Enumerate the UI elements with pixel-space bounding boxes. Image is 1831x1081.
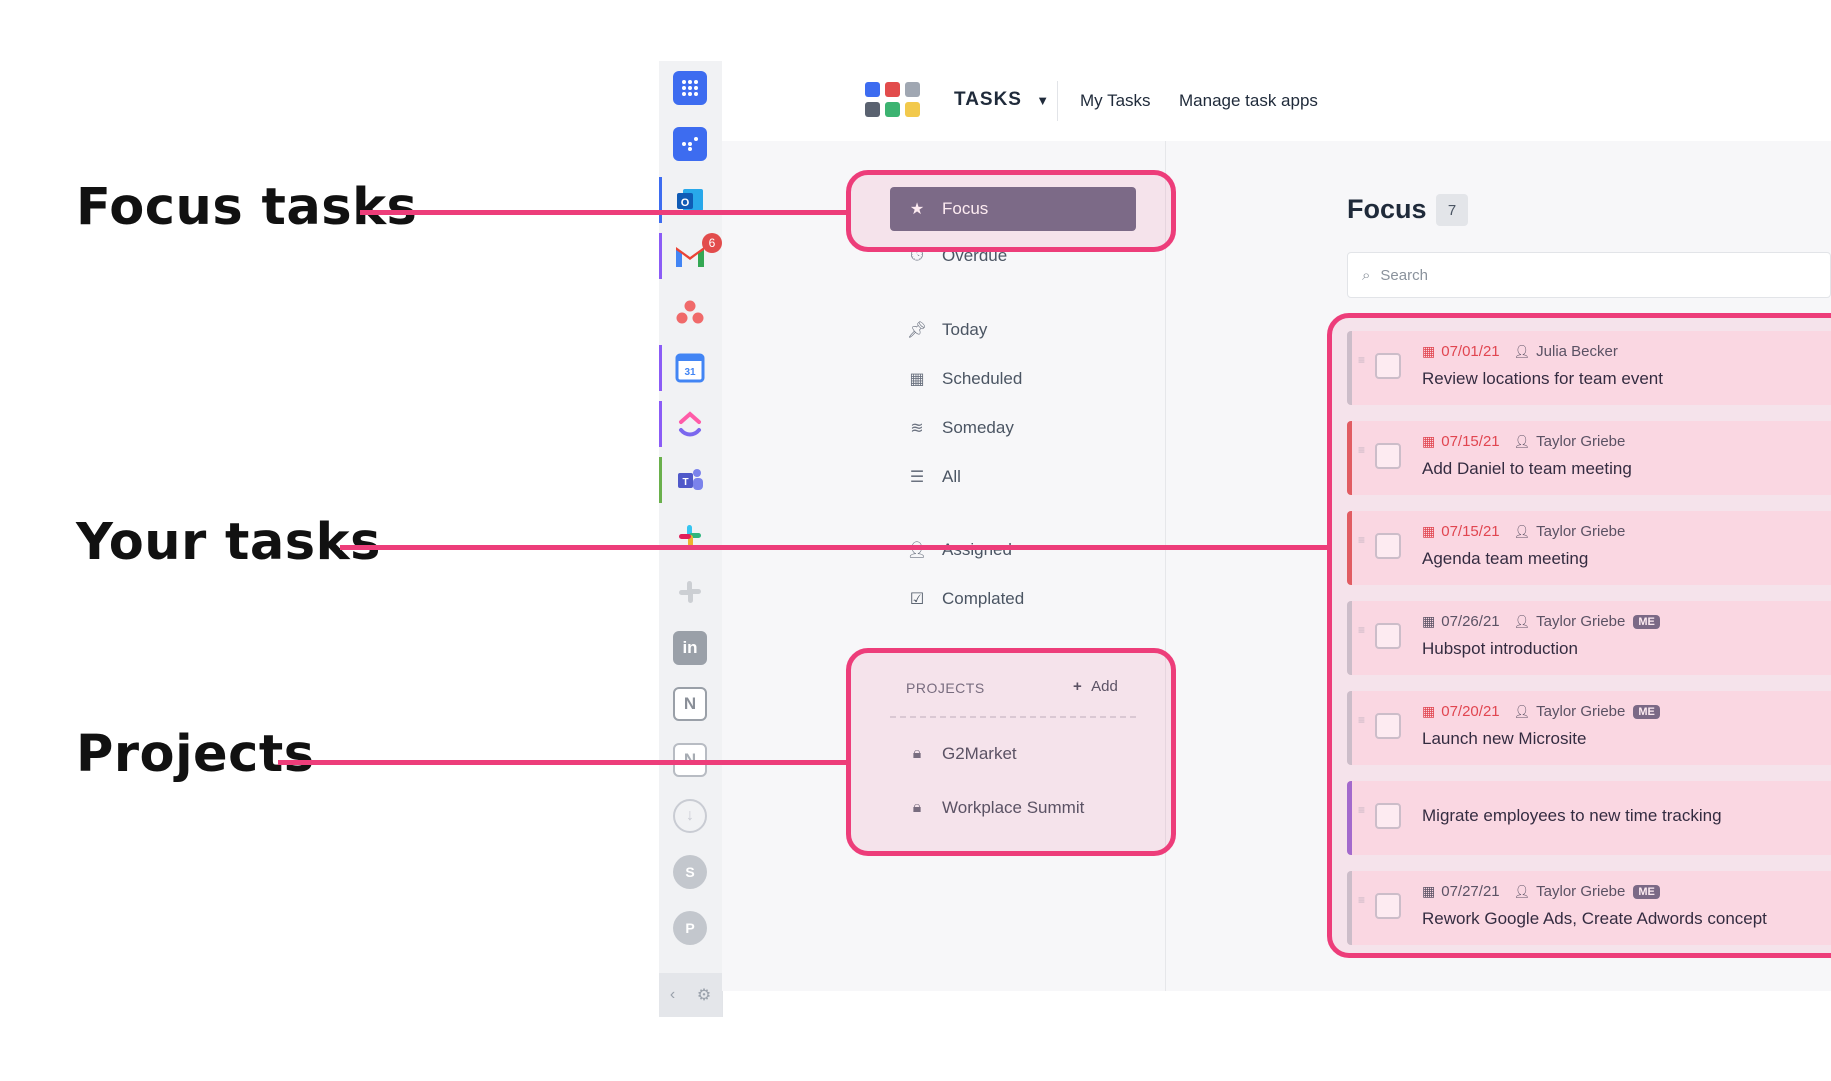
- rail-footer: ‹ ⚙: [659, 973, 722, 1017]
- chevron-down-icon: ▼: [1036, 93, 1051, 108]
- chevron-left-icon[interactable]: ‹: [670, 986, 675, 1004]
- asana-icon[interactable]: [673, 295, 707, 329]
- grid-icon[interactable]: [673, 71, 707, 105]
- top-header: TASKS ▼ My Tasks Manage task apps: [722, 61, 1831, 142]
- layers-icon: ≋: [910, 420, 924, 437]
- app-title: TASKS: [954, 89, 1022, 110]
- annotation-focus-tasks: Focus tasks: [76, 178, 418, 237]
- gear-icon[interactable]: ⚙: [697, 985, 711, 1005]
- nav-completed-label: Complated: [942, 589, 1025, 608]
- header-divider: [1057, 81, 1058, 121]
- sharepoint-icon[interactable]: S: [673, 855, 707, 889]
- download-icon[interactable]: ↓: [673, 799, 707, 833]
- teams-icon[interactable]: T: [673, 463, 707, 497]
- nav-all-label: All: [942, 467, 961, 486]
- svg-text:T: T: [682, 477, 688, 488]
- nav-today[interactable]: 📌︎ Today: [906, 320, 988, 340]
- notion-icon[interactable]: N: [673, 687, 707, 721]
- users-icon: 👤︎: [906, 542, 928, 559]
- annotation-your-tasks: Your tasks: [76, 513, 381, 572]
- nav-completed[interactable]: ☑ Complated: [906, 589, 1024, 609]
- manage-task-apps-link[interactable]: Manage task apps: [1179, 91, 1318, 111]
- calendar-icon: ▦: [909, 371, 925, 388]
- calendar-icon[interactable]: 31: [673, 351, 707, 385]
- my-tasks-link[interactable]: My Tasks: [1080, 91, 1151, 111]
- svg-text:31: 31: [684, 367, 696, 378]
- clickup-icon[interactable]: [673, 407, 707, 441]
- search-bar[interactable]: ⌕: [1347, 252, 1831, 298]
- count-badge: 7: [1436, 194, 1468, 226]
- nav-someday-label: Someday: [942, 418, 1014, 437]
- tasks-app-icon[interactable]: [673, 127, 707, 161]
- page-title: Focus: [1347, 194, 1427, 224]
- annotation-line-focus: [360, 210, 848, 215]
- annotation-line-projects: [278, 760, 848, 765]
- rail-marker: [659, 345, 662, 391]
- nav-scheduled-label: Scheduled: [942, 369, 1023, 388]
- nav-assigned[interactable]: 👤︎ Assigned: [906, 540, 1012, 560]
- nav-assigned-label: Assigned: [942, 540, 1012, 560]
- list-icon: ☰: [909, 469, 925, 486]
- checkbox-checked-icon: ☑: [909, 591, 925, 608]
- task-filters-pane: [722, 141, 1166, 991]
- linkedin-icon[interactable]: in: [673, 631, 707, 665]
- nav-today-label: Today: [942, 320, 988, 339]
- tasks-highlight-box: [1327, 313, 1831, 958]
- projects-highlight-box: [846, 648, 1176, 856]
- annotation-projects: Projects: [76, 725, 315, 784]
- app-rail: O 6 31 T in N N ↓ S P ‹ ⚙: [659, 61, 723, 1017]
- slack-icon[interactable]: [673, 575, 707, 609]
- powerpoint-icon[interactable]: P: [673, 911, 707, 945]
- gmail-badge: 6: [702, 233, 722, 253]
- nav-all[interactable]: ☰ All: [906, 467, 961, 487]
- rail-active-marker: [659, 177, 662, 223]
- pin-icon: 📌︎: [906, 322, 928, 339]
- rail-marker: [659, 457, 662, 503]
- rail-marker: [659, 233, 662, 279]
- svg-text:O: O: [681, 197, 690, 209]
- nav-someday[interactable]: ≋ Someday: [906, 418, 1014, 438]
- focus-highlight-box: [846, 170, 1176, 252]
- rail-marker: [659, 401, 662, 447]
- search-input[interactable]: [1378, 265, 1783, 285]
- search-icon: ⌕: [1362, 266, 1371, 284]
- nav-scheduled[interactable]: ▦ Scheduled: [906, 369, 1022, 389]
- annotation-line-tasks: [340, 545, 1330, 550]
- tasks-app-switcher[interactable]: TASKS ▼: [954, 89, 1050, 111]
